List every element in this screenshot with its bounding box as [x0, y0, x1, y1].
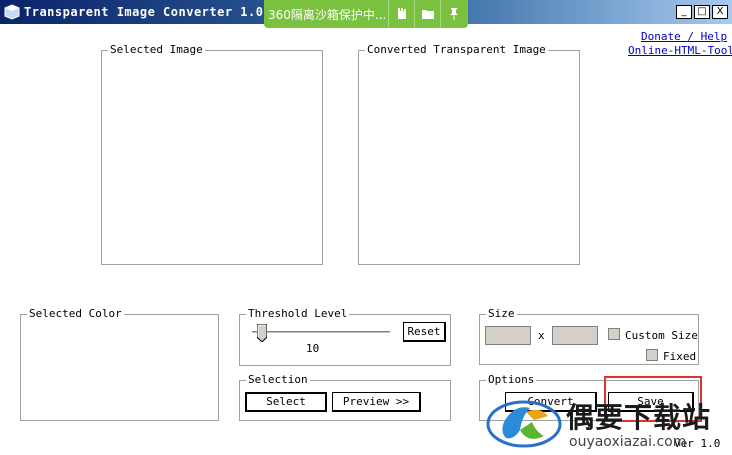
height-input[interactable] — [552, 326, 598, 345]
sandbox-shield-button[interactable] — [388, 0, 414, 28]
threshold-slider-track[interactable] — [252, 331, 390, 334]
fixed-label: Fixed — [663, 350, 697, 363]
watermark-url: ouyaoxiazai.com — [569, 434, 687, 450]
maximize-button[interactable]: □ — [694, 5, 710, 19]
threshold-label: Threshold Level — [246, 307, 350, 320]
custom-size-label: Custom Size — [625, 329, 698, 342]
window-title: Transparent Image Converter 1.0 — [24, 5, 264, 19]
close-button[interactable]: X — [712, 5, 728, 19]
selection-label: Selection — [246, 373, 310, 386]
window-controls: _ □ X — [676, 5, 728, 19]
folder-icon — [421, 10, 434, 19]
sandbox-folder-button[interactable] — [414, 0, 440, 28]
converted-image-label: Converted Transparent Image — [365, 43, 548, 56]
sandbox-status-text: 360隔离沙箱保护中... — [268, 7, 387, 22]
pin-icon — [449, 8, 458, 20]
size-separator: x — [538, 329, 545, 342]
select-button[interactable]: Select — [245, 392, 327, 412]
selected-image-label: Selected Image — [108, 43, 205, 56]
threshold-value: 10 — [306, 342, 320, 355]
size-label: Size — [486, 307, 517, 320]
fixed-checkbox[interactable] — [646, 349, 658, 361]
converted-image-group: Converted Transparent Image — [358, 44, 580, 265]
hand-shield-icon — [397, 8, 406, 19]
watermark-title: 偶要下载站 — [566, 401, 712, 434]
preview-button[interactable]: Preview >> — [332, 392, 421, 412]
donate-help-link[interactable]: Donate / Help — [641, 30, 727, 43]
minimize-button[interactable]: _ — [676, 5, 692, 19]
threshold-slider-thumb[interactable] — [257, 324, 268, 342]
selected-image-group: Selected Image — [101, 44, 323, 265]
options-label: Options — [486, 373, 537, 386]
watermark-logo-icon — [486, 400, 562, 448]
selected-color-label: Selected Color — [27, 307, 124, 320]
reset-button[interactable]: Reset — [403, 322, 446, 342]
custom-size-checkbox[interactable] — [608, 328, 620, 340]
online-html-tools-link[interactable]: Online-HTML-Tools — [628, 44, 732, 57]
app-icon — [4, 4, 20, 20]
sandbox-bar: 360隔离沙箱保护中... — [264, 0, 468, 28]
width-input[interactable] — [485, 326, 531, 345]
selected-color-group: Selected Color — [20, 308, 219, 421]
sandbox-pin-button[interactable] — [440, 0, 466, 28]
